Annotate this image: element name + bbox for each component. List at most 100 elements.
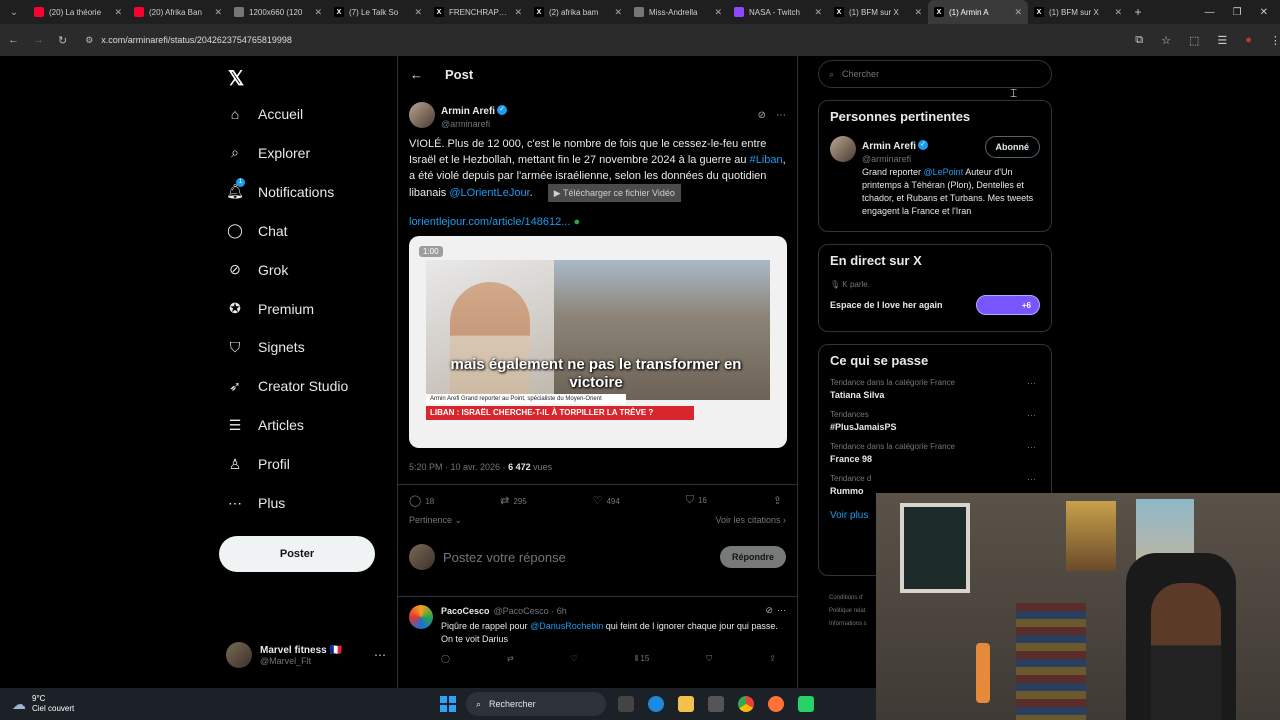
- back-arrow-icon[interactable]: ←: [410, 67, 423, 82]
- author-avatar[interactable]: [409, 102, 435, 128]
- person-name[interactable]: Armin Arefi: [862, 141, 916, 152]
- chrome-icon[interactable]: [738, 696, 754, 712]
- post-timestamp[interactable]: 5:20 PM · 10 avr. 2026 ·: [409, 462, 508, 472]
- nav-item-premium[interactable]: ✪ Premium: [226, 293, 314, 325]
- more-options-icon[interactable]: ⋯: [777, 605, 786, 616]
- account-switcher[interactable]: Marvel fitness 🇫🇷 @Marvel_Flt ⋯: [226, 642, 386, 668]
- close-tab-icon[interactable]: ✕: [914, 7, 922, 18]
- bookmark-icon[interactable]: ⛉: [706, 654, 712, 664]
- close-tab-icon[interactable]: ✕: [114, 7, 122, 18]
- reply-post[interactable]: PacoCesco @PacoCesco · 6h ⊘ ⋯ Piqûre de …: [398, 596, 797, 672]
- more-options-icon[interactable]: ⋯: [1027, 474, 1036, 485]
- bookmark-action[interactable]: ⛉ 16: [686, 494, 707, 507]
- close-tab-icon[interactable]: ✕: [814, 7, 822, 18]
- nav-item-explorer[interactable]: ⌕ Explorer: [226, 137, 310, 169]
- taskbar-search[interactable]: ⌕ Rechercher: [466, 692, 606, 716]
- site-info-icon[interactable]: ⚙: [85, 35, 93, 46]
- address-url[interactable]: x.com/arminarefi/status/2042623754765819…: [101, 35, 292, 45]
- close-tab-icon[interactable]: ✕: [314, 7, 322, 18]
- trend-item[interactable]: Tendance dans la catégorie France France …: [830, 442, 1040, 464]
- grok-icon[interactable]: ⊘: [765, 605, 773, 616]
- browser-tab[interactable]: NASA - Twitch ✕: [728, 0, 828, 24]
- live-listeners-pill[interactable]: +6: [976, 295, 1040, 315]
- article-link-text[interactable]: lorientlejour.com/article/148612...: [409, 216, 570, 228]
- browser-tab[interactable]: Miss-Andrella ✕: [628, 0, 728, 24]
- reply-avatar[interactable]: [409, 605, 433, 629]
- close-window-icon[interactable]: ✕: [1260, 7, 1268, 18]
- cast-icon[interactable]: ⧉: [1135, 34, 1143, 47]
- browser-tab[interactable]: (20) La théorie ✕: [28, 0, 128, 24]
- mention-link[interactable]: @LePoint: [924, 167, 964, 177]
- profile-icon[interactable]: ●: [1245, 34, 1252, 47]
- footer-link[interactable]: Informations s: [829, 618, 867, 631]
- share-icon[interactable]: ⇪: [769, 654, 776, 664]
- browser-tab[interactable]: 1200x660 (120 ✕: [228, 0, 328, 24]
- nav-item-accueil[interactable]: ⌂ Accueil: [226, 98, 303, 130]
- star-icon[interactable]: ☆: [1161, 34, 1171, 47]
- nav-item-creator-studio[interactable]: ➶ Creator Studio: [226, 370, 348, 402]
- video-player[interactable]: 1:00 mais également ne pas le transforme…: [409, 236, 787, 448]
- nav-item-plus[interactable]: ⋯ Plus: [226, 487, 285, 519]
- repost-action[interactable]: ⇄ 295: [500, 494, 527, 507]
- new-tab-button[interactable]: +: [1128, 5, 1148, 19]
- more-options-icon[interactable]: ⋯: [776, 110, 786, 121]
- more-icon[interactable]: ⋯: [374, 648, 386, 662]
- close-tab-icon[interactable]: ✕: [614, 7, 622, 18]
- edge-icon[interactable]: [648, 696, 664, 712]
- browser-menu-icon[interactable]: ⋮: [1270, 34, 1280, 47]
- heart-icon[interactable]: ♡: [571, 654, 578, 664]
- reply-button[interactable]: Répondre: [719, 546, 786, 568]
- close-tab-icon[interactable]: ✕: [1114, 7, 1122, 18]
- mention-link[interactable]: @LOrientLeJour: [449, 187, 529, 199]
- file-explorer-icon[interactable]: [678, 696, 694, 712]
- nav-item-profil[interactable]: ♙ Profil: [226, 448, 290, 480]
- mention-link[interactable]: @DariusRochebin: [530, 621, 603, 631]
- like-action[interactable]: ♡ 494: [593, 494, 620, 507]
- repost-icon[interactable]: ⇄: [507, 654, 514, 664]
- task-view-icon[interactable]: [618, 696, 634, 712]
- article-link[interactable]: lorientlejour.com/article/148612... ●: [409, 216, 786, 228]
- trend-item[interactable]: Tendance dans la catégorie France Tatiana…: [830, 378, 1040, 400]
- grok-icon[interactable]: ⊘: [758, 110, 766, 121]
- author-name[interactable]: Armin Arefi: [441, 106, 495, 117]
- x-logo-icon[interactable]: 𝕏: [228, 66, 244, 91]
- quotes-link[interactable]: Voir les citations ›: [715, 515, 786, 526]
- views-action[interactable]: ⫴ 15: [635, 654, 650, 664]
- nav-item-grok[interactable]: ⊘ Grok: [226, 254, 288, 286]
- nav-item-articles[interactable]: ☰ Articles: [226, 409, 304, 441]
- avatar[interactable]: [830, 136, 856, 162]
- footer-link[interactable]: Politique relat: [829, 605, 867, 618]
- browser-tab[interactable]: X FRENCHRAPUS ✕: [428, 0, 528, 24]
- maximize-icon[interactable]: ❐: [1233, 7, 1242, 18]
- reply-author-handle[interactable]: @PacoCesco · 6h: [494, 606, 567, 616]
- close-tab-icon[interactable]: ✕: [1014, 7, 1022, 18]
- forward-icon[interactable]: →: [33, 34, 44, 46]
- close-tab-icon[interactable]: ✕: [714, 7, 722, 18]
- download-video-overlay[interactable]: ▶ Télécharger ce fichier Vidéo: [547, 184, 681, 202]
- browser-tab[interactable]: X (2) afrika bam ✕: [528, 0, 628, 24]
- sort-dropdown[interactable]: Pertinence ⌄: [409, 515, 462, 526]
- address-bar[interactable]: ⚙ x.com/arminarefi/status/20426237547658…: [81, 27, 1102, 53]
- browser-tab[interactable]: X (1) Armin A ✕: [928, 0, 1028, 24]
- store-icon[interactable]: [708, 696, 724, 712]
- nav-item-signets[interactable]: ⛉ Signets: [226, 331, 305, 363]
- live-space-title[interactable]: Espace de I love her again: [830, 300, 943, 310]
- reply-icon[interactable]: ◯: [441, 654, 450, 664]
- share-icon[interactable]: ⇪: [773, 494, 782, 507]
- more-options-icon[interactable]: ⋯: [1027, 442, 1036, 453]
- reply-action[interactable]: ◯ 18: [409, 494, 434, 507]
- search-input[interactable]: ⌕ Chercher: [818, 60, 1052, 88]
- close-tab-icon[interactable]: ✕: [214, 7, 222, 18]
- extensions-icon[interactable]: ⬚: [1189, 34, 1199, 47]
- tab-search-icon[interactable]: ⌄: [0, 7, 28, 18]
- following-button[interactable]: Abonné: [984, 136, 1040, 158]
- sidebar-icon[interactable]: ☰: [1217, 34, 1227, 47]
- reply-author-name[interactable]: PacoCesco: [441, 606, 490, 616]
- browser-tab[interactable]: X (1) BFM sur X ✕: [828, 0, 928, 24]
- post-button[interactable]: Poster: [219, 536, 375, 572]
- live-space[interactable]: Espace de I love her again +6: [830, 295, 1040, 315]
- reply-input[interactable]: Postez votre réponse: [443, 550, 566, 565]
- nav-item-chat[interactable]: ◯ Chat: [226, 215, 287, 247]
- person-handle[interactable]: @arminarefi: [862, 154, 928, 164]
- author-handle[interactable]: @arminarefi: [441, 119, 507, 129]
